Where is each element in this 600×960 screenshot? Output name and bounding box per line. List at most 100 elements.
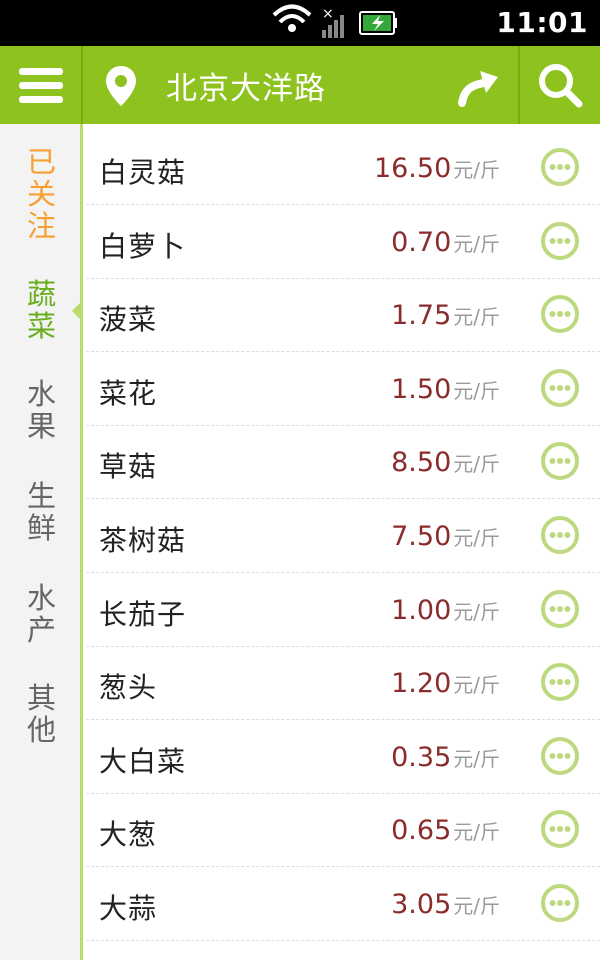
- item-name: 大蒜: [99, 892, 158, 925]
- price-unit: 元/斤: [453, 526, 500, 550]
- more-options-icon[interactable]: [540, 809, 580, 849]
- price-unit: 元/斤: [453, 746, 500, 771]
- item-price: 0.65 元/斤: [391, 815, 500, 846]
- category-fresh[interactable]: 生 鲜: [0, 480, 83, 544]
- item-name: 白萝卜: [99, 229, 187, 263]
- signal-icon: ×: [322, 6, 344, 38]
- price-unit: 元/斤: [453, 894, 500, 918]
- category-seafood[interactable]: 水 产: [0, 582, 83, 646]
- svg-text:×: ×: [322, 6, 334, 22]
- category-char: 菜: [26, 309, 56, 343]
- status-time: 11:01: [496, 6, 588, 39]
- price-unit: 元/斤: [453, 599, 500, 624]
- category-char: 其: [26, 681, 56, 715]
- category-char: 蔬: [26, 277, 56, 311]
- price-value: 1.75: [391, 300, 452, 332]
- status-icons: ×: [272, 4, 397, 38]
- price-unit: 元/斤: [453, 820, 500, 845]
- price-unit: 元/斤: [453, 378, 500, 403]
- wifi-icon: [272, 4, 312, 32]
- category-char: 果: [26, 409, 56, 443]
- item-price: 8.50 元/斤: [391, 447, 500, 478]
- list-item[interactable]: 大蒜 3.05 元/斤: [86, 867, 600, 941]
- route-icon: [458, 71, 498, 107]
- price-value: 0.35: [391, 741, 452, 773]
- item-price: 1.20 元/斤: [391, 668, 500, 699]
- price-list: 白灵菇 16.50 元/斤 白萝卜 0.70 元/斤 菠菜 1.75 元/斤 菜花 1…: [86, 124, 600, 960]
- price-value: 0.70: [391, 226, 452, 258]
- status-bar: × 11:01: [0, 0, 600, 46]
- more-options-icon[interactable]: [540, 589, 580, 629]
- category-char: 关: [26, 177, 56, 211]
- item-price: 1.00 元/斤: [391, 595, 500, 626]
- app-header: 北京大洋路: [0, 46, 600, 124]
- price-value: 1.20: [391, 668, 452, 700]
- list-item[interactable]: 茶树菇 7.50 元/斤: [86, 499, 600, 573]
- item-name: 长茄子: [99, 597, 187, 631]
- more-options-icon[interactable]: [540, 294, 580, 334]
- more-options-icon[interactable]: [540, 147, 580, 187]
- item-price: 16.50 元/斤: [374, 153, 500, 184]
- search-button[interactable]: [518, 46, 600, 124]
- item-price: 0.70 元/斤: [391, 227, 500, 258]
- item-name: 茶树菇: [99, 524, 187, 557]
- price-value: 1.50: [391, 373, 452, 405]
- category-sidebar: 已 关 注 蔬 菜 水 果 生 鲜 水 产 其 他: [0, 124, 83, 960]
- item-name: 葱头: [99, 671, 158, 705]
- more-options-icon[interactable]: [540, 515, 580, 555]
- list-item[interactable]: 葱头 1.20 元/斤: [86, 646, 600, 721]
- item-name: 大葱: [99, 818, 158, 852]
- menu-button[interactable]: [0, 46, 83, 124]
- item-name: 大白菜: [99, 744, 187, 778]
- price-unit: 元/斤: [453, 158, 500, 182]
- list-item[interactable]: 白萝卜 0.70 元/斤: [86, 205, 600, 279]
- price-value: 7.50: [391, 521, 452, 552]
- more-options-icon[interactable]: [540, 883, 580, 923]
- list-item[interactable]: 大白菜 0.35 元/斤: [86, 720, 600, 794]
- item-price: 7.50 元/斤: [391, 521, 500, 552]
- item-price: 1.50 元/斤: [391, 374, 500, 405]
- item-price: 1.75 元/斤: [391, 300, 500, 331]
- price-value: 0.65: [391, 815, 452, 847]
- price-unit: 元/斤: [453, 305, 500, 330]
- price-value: 1.00: [391, 594, 452, 626]
- item-price: 0.35 元/斤: [391, 742, 500, 773]
- price-unit: 元/斤: [453, 673, 500, 698]
- price-unit: 元/斤: [453, 231, 500, 256]
- category-char: 鲜: [26, 511, 56, 545]
- battery-icon: [359, 11, 397, 35]
- category-char: 水: [26, 581, 56, 615]
- more-options-icon[interactable]: [540, 736, 580, 776]
- active-category-pointer: [72, 302, 81, 320]
- category-char: 产: [26, 613, 56, 647]
- category-char: 已: [26, 145, 56, 179]
- list-item[interactable]: 草菇 8.50 元/斤: [86, 425, 600, 500]
- item-name: 白灵菇: [99, 156, 187, 189]
- more-options-icon[interactable]: [540, 221, 580, 261]
- list-item[interactable]: 菜花 1.50 元/斤: [86, 352, 600, 426]
- item-name: 菠菜: [99, 303, 158, 337]
- route-button[interactable]: [440, 46, 518, 124]
- category-fruit[interactable]: 水 果: [0, 378, 83, 442]
- category-char: 他: [26, 713, 56, 747]
- item-name: 菜花: [99, 376, 158, 410]
- price-value: 3.05: [391, 889, 452, 920]
- category-char: 生: [26, 479, 56, 513]
- item-price: 3.05 元/斤: [391, 889, 500, 920]
- more-options-icon[interactable]: [540, 662, 580, 702]
- price-value: 8.50: [391, 447, 452, 479]
- list-item[interactable]: 大葱 0.65 元/斤: [86, 793, 600, 868]
- more-options-icon[interactable]: [540, 368, 580, 408]
- price-value: 16.50: [373, 153, 452, 184]
- category-char: 水: [26, 377, 56, 411]
- location-text[interactable]: 北京大洋路: [166, 63, 326, 108]
- search-icon: [539, 64, 583, 108]
- list-item[interactable]: 长茄子 1.00 元/斤: [86, 573, 600, 647]
- category-followed[interactable]: 已 关 注: [0, 146, 83, 242]
- category-other[interactable]: 其 他: [0, 682, 83, 746]
- list-item[interactable]: 白灵菇 16.50 元/斤: [86, 131, 600, 205]
- more-options-icon[interactable]: [540, 441, 580, 481]
- category-vegetables[interactable]: 蔬 菜: [0, 278, 83, 342]
- list-item[interactable]: 菠菜 1.75 元/斤: [86, 278, 600, 353]
- location-pin-icon: [106, 66, 136, 106]
